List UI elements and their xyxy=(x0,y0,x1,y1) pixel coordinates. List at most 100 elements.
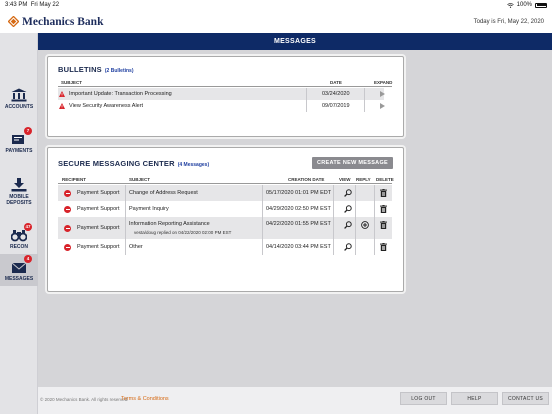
message-recipient: Payment Support xyxy=(77,206,120,212)
help-button[interactable]: HELP xyxy=(451,392,498,405)
divider xyxy=(333,239,334,255)
sidebar-item-recon[interactable]: 47 RECON xyxy=(0,214,38,254)
message-date: 04/14/2020 03:44 PM EST xyxy=(266,244,331,250)
contact-us-button[interactable]: CONTACT US xyxy=(502,392,549,405)
status-bar: 3:43 PM Fri May 22 100% xyxy=(0,0,552,10)
message-date: 04/29/2020 02:50 PM EST xyxy=(266,206,331,212)
divider xyxy=(262,201,263,217)
divider xyxy=(364,88,365,100)
divider xyxy=(374,217,375,239)
bank-icon xyxy=(11,88,27,102)
col-view: VIEW xyxy=(339,177,351,182)
messaging-title: SECURE MESSAGING CENTER (4 Messages) xyxy=(58,159,209,168)
divider xyxy=(333,185,334,201)
message-row[interactable]: Payment Support Information Reporting As… xyxy=(58,217,392,239)
payments-badge: 7 xyxy=(24,126,32,135)
bulletins-panel: BULLETINS (2 Bulletins) SUBJECT DATE EXPA… xyxy=(47,56,404,137)
col-delete: DELETE xyxy=(376,177,394,182)
divider xyxy=(374,201,375,217)
sidebar-item-label: RECON xyxy=(9,243,29,250)
view-magnifier-icon[interactable] xyxy=(344,221,352,229)
sidebar-item-label: ACCOUNTS xyxy=(4,103,34,110)
warning-icon xyxy=(59,103,65,109)
view-magnifier-icon[interactable] xyxy=(344,189,352,197)
footer-copyright: © 2020 Mechanics Bank. All rights reserv… xyxy=(40,397,129,402)
message-row[interactable]: Payment Support Other 04/14/2020 03:44 P… xyxy=(58,239,392,255)
create-new-message-button[interactable]: CREATE NEW MESSAGE xyxy=(312,157,393,169)
col-reply: REPLY xyxy=(356,177,371,182)
message-date: 04/22/2020 01:55 PM EST xyxy=(266,221,331,227)
sidebar-item-messages[interactable]: 4 MESSAGES xyxy=(0,254,38,286)
sidebar-item-label: MOBILE DEPOSITS xyxy=(6,194,32,206)
sidebar-item-mobile-deposits[interactable]: MOBILE DEPOSITS xyxy=(0,162,38,210)
divider xyxy=(306,88,307,100)
message-recipient: Payment Support xyxy=(77,190,120,196)
divider xyxy=(333,201,334,217)
bulletin-row[interactable]: Important Update: Transaction Processing… xyxy=(58,88,385,100)
recon-badge: 47 xyxy=(24,222,32,231)
message-subject: Other xyxy=(129,244,143,250)
bulletin-row[interactable]: View Security Awareness Alert 09/07/2019 xyxy=(58,100,385,112)
bulletins-table-header: SUBJECT DATE EXPAND xyxy=(58,79,392,87)
reply-plus-icon[interactable] xyxy=(361,221,369,229)
trash-icon[interactable] xyxy=(380,205,387,213)
col-recipient: RECIPIENT xyxy=(62,177,87,182)
divider xyxy=(125,239,126,255)
divider xyxy=(262,239,263,255)
message-subject: Payment Inquiry xyxy=(129,206,169,212)
view-magnifier-icon[interactable] xyxy=(344,205,352,213)
message-subject: Change of Address Request xyxy=(129,190,198,196)
divider xyxy=(364,100,365,112)
payments-icon: 7 xyxy=(11,126,32,146)
expand-arrow-icon[interactable] xyxy=(380,91,385,97)
message-recipient: Payment Support xyxy=(77,244,120,250)
sidebar-item-accounts[interactable]: ACCOUNTS xyxy=(0,74,38,114)
today-date: Today is Fri, May 22, 2020 xyxy=(473,18,544,25)
divider xyxy=(374,185,375,201)
trash-icon[interactable] xyxy=(380,243,387,251)
bulletins-title: BULLETINS (2 Bulletins) xyxy=(58,65,134,74)
divider xyxy=(306,100,307,112)
bulletins-col-expand: EXPAND xyxy=(374,80,393,85)
message-row[interactable]: Payment Support Payment Inquiry 04/29/20… xyxy=(58,201,392,217)
sidebar-item-payments[interactable]: 7 PAYMENTS xyxy=(0,118,38,158)
bulletin-subject: Important Update: Transaction Processing xyxy=(69,91,172,97)
bulletins-col-subject: SUBJECT xyxy=(61,80,83,85)
bank-logo-icon xyxy=(8,16,19,27)
bulletin-subject: View Security Awareness Alert xyxy=(69,103,144,109)
status-time: 3:43 PM xyxy=(5,2,28,8)
message-recipient: Payment Support xyxy=(77,225,120,231)
remove-circle-icon[interactable] xyxy=(64,243,71,251)
bank-name: Mechanics Bank xyxy=(22,15,104,28)
trash-icon[interactable] xyxy=(380,189,387,197)
divider xyxy=(125,201,126,217)
bulletins-col-date: DATE xyxy=(330,80,342,85)
remove-circle-icon[interactable] xyxy=(64,224,71,232)
binoculars-icon: 47 xyxy=(10,222,32,242)
deposit-icon xyxy=(11,178,27,192)
divider xyxy=(355,201,356,217)
bulletin-date: 03/24/2020 xyxy=(322,91,350,97)
remove-circle-icon[interactable] xyxy=(64,189,71,197)
battery-icon xyxy=(535,2,547,8)
terms-link[interactable]: Terms & Conditions xyxy=(121,396,169,402)
message-row[interactable]: Payment Support Change of Address Reques… xyxy=(58,185,392,201)
divider xyxy=(355,185,356,201)
bulletins-count: (2 Bulletins) xyxy=(104,68,134,74)
warning-icon xyxy=(59,91,65,97)
bank-logo[interactable]: Mechanics Bank xyxy=(8,16,103,28)
sidebar-item-label: PAYMENTS xyxy=(5,147,33,154)
status-date: Fri May 22 xyxy=(30,2,60,8)
divider xyxy=(355,239,356,255)
view-magnifier-icon[interactable] xyxy=(344,243,352,251)
logout-button[interactable]: LOG OUT xyxy=(400,392,447,405)
sidebar-nav: ACCOUNTS 7 PAYMENTS MOBILE DEPOSITS 47 R… xyxy=(0,33,38,414)
trash-icon[interactable] xyxy=(380,221,387,229)
expand-arrow-icon[interactable] xyxy=(380,103,385,109)
messaging-table-header: RECIPIENT SUBJECT CREATION DATE VIEW REP… xyxy=(58,176,394,184)
col-subject: SUBJECT xyxy=(129,177,151,182)
message-subject: Information Reporting Assistance xyxy=(129,221,210,227)
remove-circle-icon[interactable] xyxy=(64,205,71,213)
divider xyxy=(125,185,126,201)
divider xyxy=(262,217,263,239)
